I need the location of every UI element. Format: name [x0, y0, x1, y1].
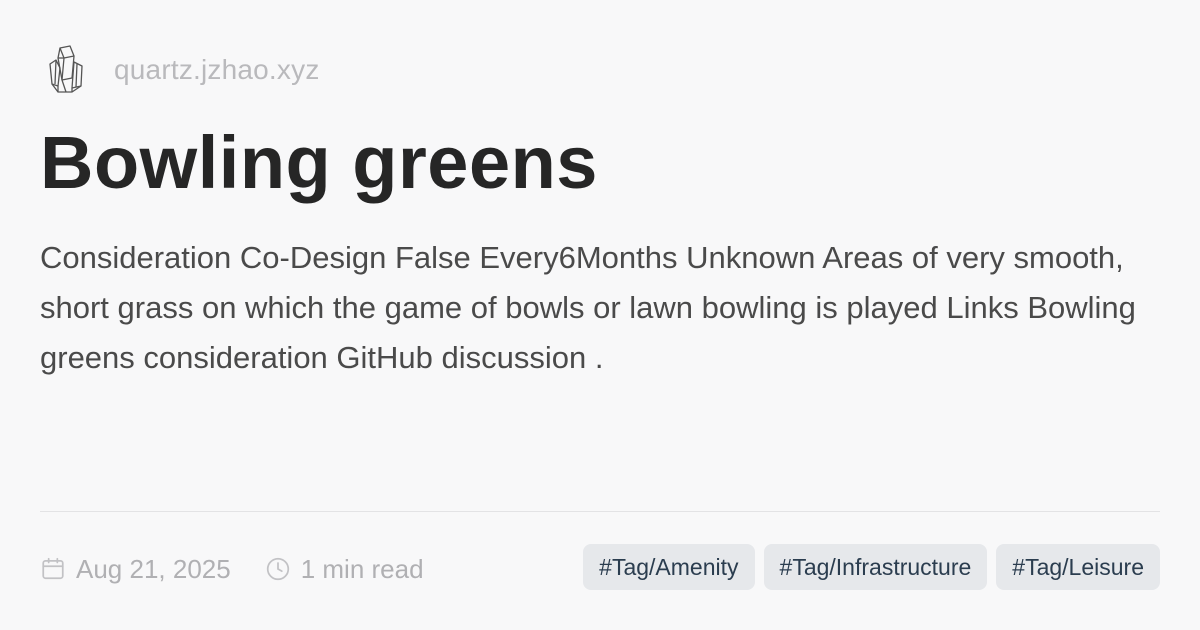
- read-time-meta: 1 min read: [265, 554, 424, 585]
- page-meta: Aug 21, 2025 1 min read: [40, 548, 424, 590]
- tag-leisure[interactable]: #Tag/Leisure: [996, 544, 1160, 590]
- date-meta: Aug 21, 2025: [40, 554, 231, 585]
- crystal-cluster-icon: [49, 45, 83, 93]
- social-preview-card: quartz.jzhao.xyz Bowling greens Consider…: [0, 0, 1200, 630]
- site-header: quartz.jzhao.xyz: [46, 42, 320, 98]
- page-description: Consideration Co-Design False Every6Mont…: [40, 240, 1136, 375]
- tag-list: #Tag/Amenity #Tag/Infrastructure #Tag/Le…: [583, 544, 1160, 590]
- tag-amenity[interactable]: #Tag/Amenity: [583, 544, 755, 590]
- divider: [40, 511, 1160, 512]
- tag-infrastructure[interactable]: #Tag/Infrastructure: [763, 544, 988, 590]
- calendar-icon: [42, 557, 64, 580]
- clock-icon: [266, 557, 289, 581]
- page-title: Bowling greens: [40, 121, 598, 204]
- read-time: 1 min read: [300, 553, 424, 584]
- publish-date: Aug 21, 2025: [76, 553, 231, 584]
- site-domain[interactable]: quartz.jzhao.xyz: [114, 54, 320, 86]
